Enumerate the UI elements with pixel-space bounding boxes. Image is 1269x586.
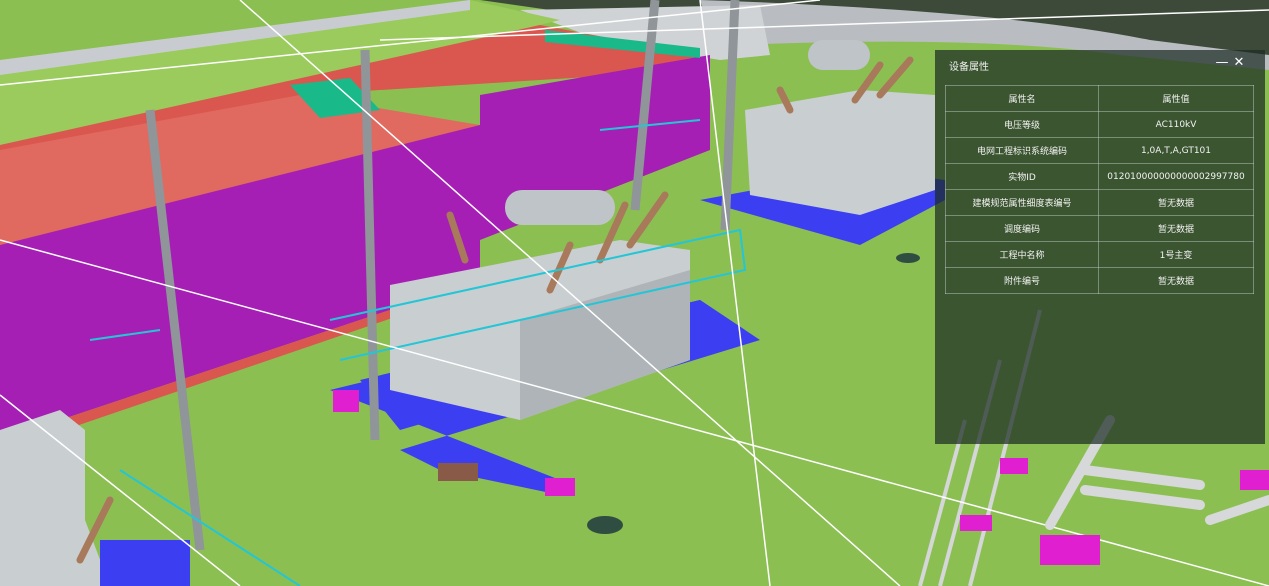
property-value: 1号主变 bbox=[1098, 241, 1254, 268]
property-value: 暂无数据 bbox=[1098, 267, 1254, 294]
panel-header[interactable]: 设备属性 — ✕ bbox=[935, 50, 1265, 78]
table-row: 电网工程标识系统编码 1,0A,T,A,GT101 bbox=[945, 137, 1254, 164]
property-name: 工程中名称 bbox=[945, 241, 1099, 268]
transformer-3-pad bbox=[100, 540, 190, 586]
table-row: 实物ID 012010000000000002997780 bbox=[945, 163, 1254, 190]
manhole bbox=[587, 516, 623, 534]
manhole bbox=[896, 253, 920, 263]
close-icon[interactable]: ✕ bbox=[1231, 54, 1247, 72]
property-value: 暂无数据 bbox=[1098, 189, 1254, 216]
device-properties-panel: 设备属性 — ✕ 属性名 属性值 电压等级 AC110kV 电网工程标识系统编码… bbox=[935, 50, 1265, 444]
table-header-row: 属性名 属性值 bbox=[945, 85, 1254, 112]
transformer-2-conservator bbox=[808, 40, 870, 70]
property-name: 建模规范属性细度表编号 bbox=[945, 189, 1099, 216]
table-row: 建模规范属性细度表编号 暂无数据 bbox=[945, 189, 1254, 216]
foundation-slab bbox=[438, 463, 478, 481]
transformer-2-body bbox=[745, 90, 935, 215]
table-row: 调度编码 暂无数据 bbox=[945, 215, 1254, 242]
property-value: AC110kV bbox=[1098, 111, 1254, 138]
property-name: 电网工程标识系统编码 bbox=[945, 137, 1099, 164]
properties-table: 属性名 属性值 电压等级 AC110kV 电网工程标识系统编码 1,0A,T,A… bbox=[945, 85, 1254, 294]
transformer-1-conservator bbox=[505, 190, 615, 225]
panel-title: 设备属性 bbox=[949, 62, 989, 73]
table-row: 附件编号 暂无数据 bbox=[945, 267, 1254, 294]
property-name: 调度编码 bbox=[945, 215, 1099, 242]
minimize-icon[interactable]: — bbox=[1214, 54, 1230, 72]
property-value: 012010000000000002997780 bbox=[1098, 163, 1254, 190]
table-row: 电压等级 AC110kV bbox=[945, 111, 1254, 138]
column-header-value: 属性值 bbox=[1098, 85, 1254, 112]
property-name: 附件编号 bbox=[945, 267, 1099, 294]
property-value: 暂无数据 bbox=[1098, 215, 1254, 242]
table-row: 工程中名称 1号主变 bbox=[945, 241, 1254, 268]
property-value: 1,0A,T,A,GT101 bbox=[1098, 137, 1254, 164]
property-name: 实物ID bbox=[945, 163, 1099, 190]
column-header-name: 属性名 bbox=[945, 85, 1099, 112]
property-name: 电压等级 bbox=[945, 111, 1099, 138]
